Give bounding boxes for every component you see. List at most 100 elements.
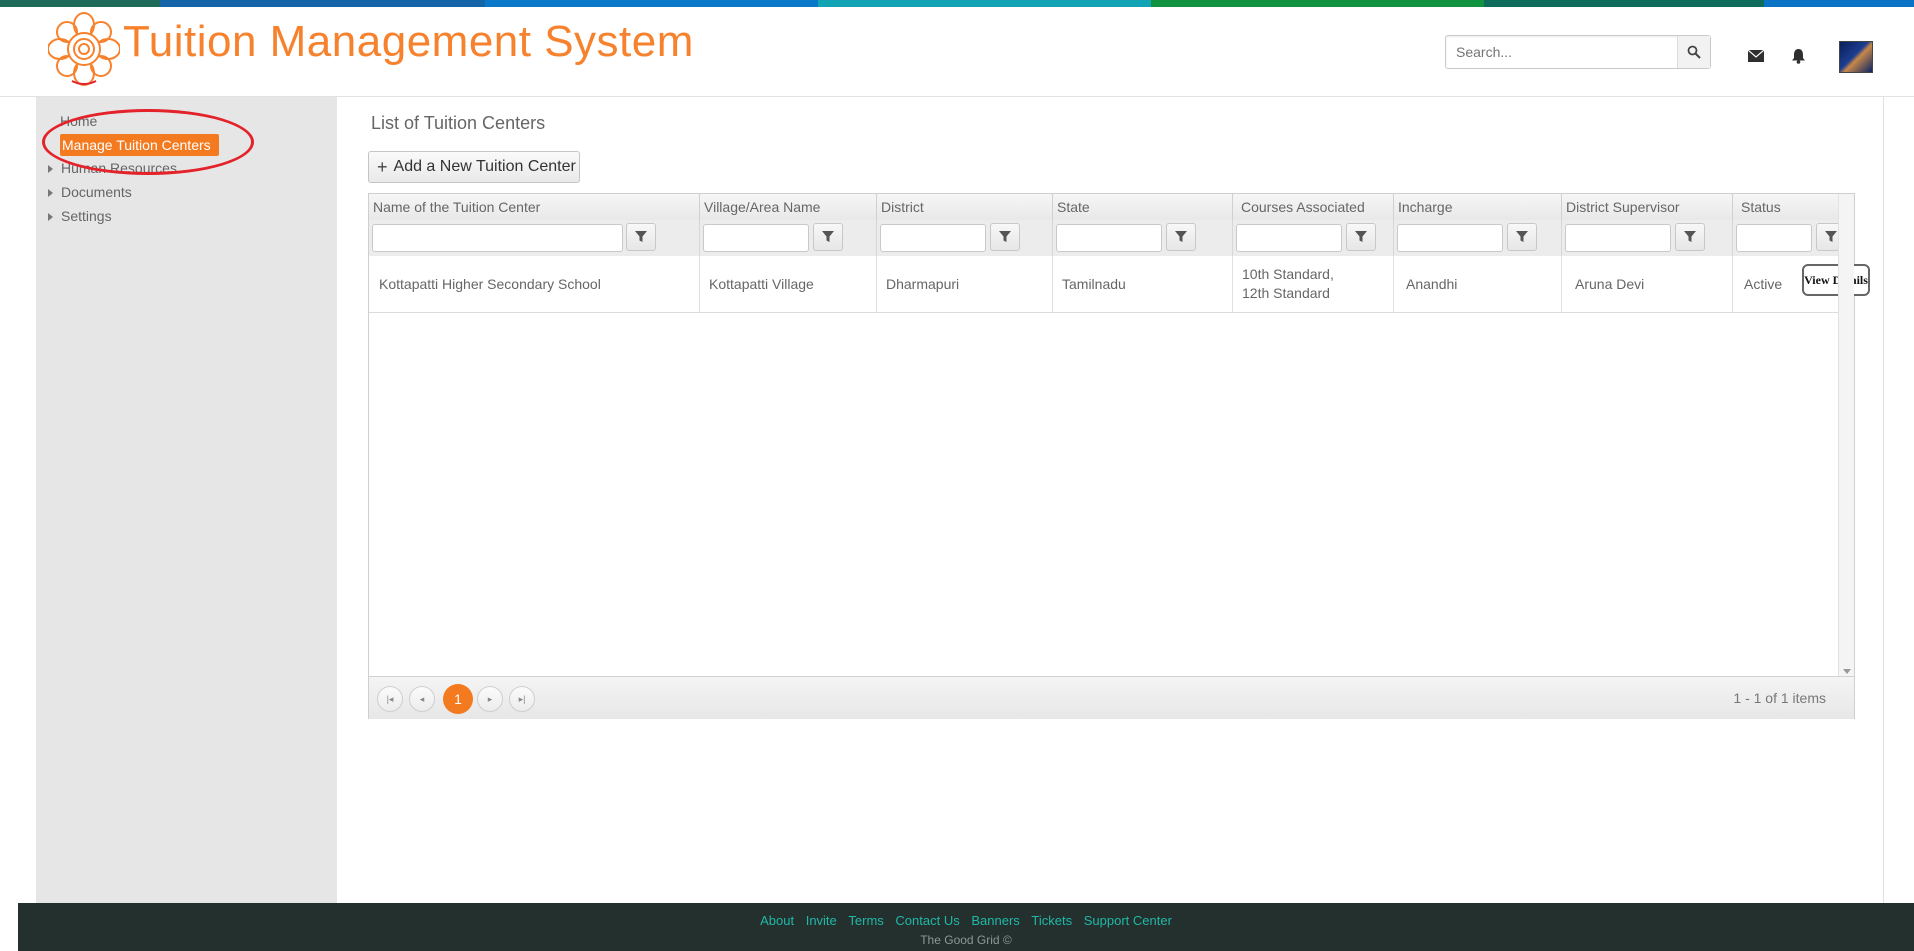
footer: About Invite Terms Contact Us Banners Ti… (18, 903, 1914, 951)
footer-link-tickets[interactable]: Tickets (1031, 913, 1072, 928)
next-page-button[interactable]: ▸ (477, 686, 503, 712)
sidebar-item-label: Settings (61, 208, 112, 224)
cell-district: Dharmapuri (876, 256, 1052, 312)
user-avatar[interactable] (1839, 41, 1873, 73)
search-icon (1687, 45, 1701, 59)
filter-icon (635, 231, 647, 242)
column-header-incharge[interactable]: Incharge (1393, 194, 1561, 220)
page-title: List of Tuition Centers (371, 113, 546, 133)
footer-link-invite[interactable]: Invite (806, 913, 837, 928)
course-line: 12th Standard (1242, 285, 1330, 301)
prev-page-icon: ◂ (419, 693, 425, 704)
column-header-state[interactable]: State (1052, 194, 1232, 220)
next-page-icon: ▸ (487, 693, 493, 704)
filter-input-village[interactable] (703, 224, 809, 252)
copyright: The Good Grid © (920, 933, 1012, 947)
filter-button[interactable] (1507, 223, 1537, 251)
grid-header: Name of the Tuition Center Village/Area … (369, 194, 1840, 221)
sidebar-item-documents[interactable]: Documents (48, 184, 132, 200)
filter-button[interactable] (626, 223, 656, 251)
tuition-centers-grid: Name of the Tuition Center Village/Area … (368, 193, 1870, 719)
filter-cell (1232, 220, 1393, 256)
filter-icon (822, 231, 834, 242)
filter-icon (1684, 231, 1696, 242)
footer-link-contact-us[interactable]: Contact Us (895, 913, 959, 928)
top-color-strip (0, 0, 1914, 7)
grid-pager: |◂ ◂ 1 ▸ ▸| 1 - 1 of 1 items (369, 676, 1854, 719)
footer-links: About Invite Terms Contact Us Banners Ti… (18, 913, 1914, 928)
search-input[interactable] (1446, 36, 1676, 68)
vertical-scrollbar[interactable] (1838, 194, 1854, 676)
footer-link-about[interactable]: About (760, 913, 794, 928)
course-line: 10th Standard, (1242, 266, 1334, 282)
cell-village: Kottapatti Village (699, 256, 876, 312)
table-row[interactable]: Kottapatti Higher Secondary School Kotta… (369, 256, 1870, 313)
sidebar-item-home[interactable]: Home (60, 113, 97, 129)
bell-icon[interactable] (1788, 47, 1808, 65)
expand-arrow-icon (48, 189, 53, 198)
filter-cell (1561, 220, 1732, 256)
cell-name: Kottapatti Higher Secondary School (379, 276, 601, 292)
filter-input-name[interactable] (372, 224, 623, 252)
filter-input-supervisor[interactable] (1565, 224, 1671, 252)
filter-cell (1393, 220, 1561, 256)
filter-button[interactable] (813, 223, 843, 251)
expand-arrow-icon (48, 165, 53, 174)
filter-button[interactable] (1346, 223, 1376, 251)
sidebar-item-manage-tuition-centers[interactable]: Manage Tuition Centers (60, 134, 219, 156)
sidebar-item-settings[interactable]: Settings (48, 208, 112, 224)
filter-cell (699, 220, 876, 256)
app-title: Tuition Management System (123, 17, 694, 66)
filter-cell (1052, 220, 1232, 256)
cell-state: Tamilnadu (1052, 256, 1232, 312)
footer-link-banners[interactable]: Banners (971, 913, 1019, 928)
column-header-supervisor[interactable]: District Supervisor (1561, 194, 1732, 220)
sidebar-item-label: Documents (61, 184, 132, 200)
filter-cell (876, 220, 1052, 256)
scroll-down-arrow-icon[interactable] (1843, 669, 1851, 674)
column-header-district[interactable]: District (876, 194, 1052, 220)
add-button-label: Add a New Tuition Center (393, 158, 576, 175)
search-box (1445, 35, 1711, 69)
app-header: Tuition Management System (0, 7, 1914, 97)
sidebar-item-label: Human Resources (61, 160, 177, 176)
filter-button[interactable] (1166, 223, 1196, 251)
view-details-button[interactable]: View Details (1802, 264, 1870, 296)
search-button[interactable] (1677, 36, 1710, 68)
footer-link-support-center[interactable]: Support Center (1084, 913, 1172, 928)
cell-courses: 10th Standard, 12th Standard (1232, 256, 1393, 312)
prev-page-button[interactable]: ◂ (409, 686, 435, 712)
filter-input-district[interactable] (880, 224, 986, 252)
footer-link-terms[interactable]: Terms (848, 913, 883, 928)
flower-logo-icon[interactable] (47, 11, 121, 87)
filter-input-status[interactable] (1736, 224, 1812, 252)
expand-arrow-icon (48, 213, 53, 222)
filter-button[interactable] (1675, 223, 1705, 251)
current-page-button[interactable]: 1 (443, 684, 473, 714)
column-header-name[interactable]: Name of the Tuition Center (369, 194, 699, 220)
filter-input-incharge[interactable] (1397, 224, 1503, 252)
plus-icon: + (377, 156, 388, 177)
column-header-status[interactable]: Status (1732, 194, 1840, 220)
filter-icon (1355, 231, 1367, 242)
last-page-icon: ▸| (518, 693, 526, 704)
sidebar-item-human-resources[interactable]: Human Resources (48, 160, 177, 176)
cell-supervisor: Aruna Devi (1561, 256, 1732, 312)
mail-icon[interactable] (1746, 47, 1766, 65)
cell-incharge: Anandhi (1393, 256, 1561, 312)
pager-info: 1 - 1 of 1 items (1733, 690, 1826, 706)
filter-icon (1516, 231, 1528, 242)
sidebar: Home Manage Tuition Centers Human Resour… (36, 97, 337, 903)
filter-input-courses[interactable] (1236, 224, 1342, 252)
column-header-courses[interactable]: Courses Associated (1232, 194, 1393, 220)
filter-icon (1175, 231, 1187, 242)
filter-cell (1732, 220, 1846, 256)
column-header-village[interactable]: Village/Area Name (699, 194, 876, 220)
first-page-button[interactable]: |◂ (377, 686, 403, 712)
last-page-button[interactable]: ▸| (509, 686, 535, 712)
filter-input-state[interactable] (1056, 224, 1162, 252)
filter-cell (369, 220, 699, 256)
add-tuition-center-button[interactable]: + Add a New Tuition Center (368, 151, 580, 183)
filter-icon (999, 231, 1011, 242)
filter-button[interactable] (990, 223, 1020, 251)
